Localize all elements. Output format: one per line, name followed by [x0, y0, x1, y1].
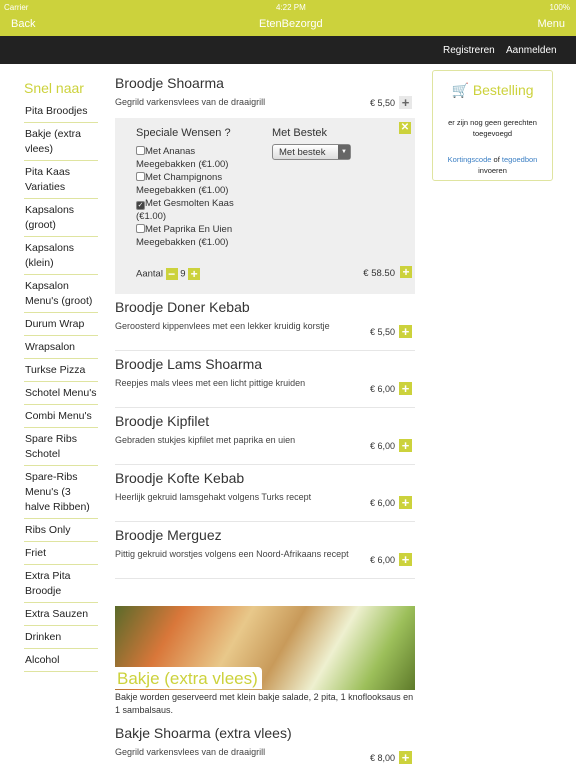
product-price: € 6,00 [369, 498, 395, 508]
close-icon[interactable]: ✕ [399, 122, 411, 134]
sidebar-item[interactable]: Pita Broodjes [24, 100, 98, 123]
product-item[interactable]: Broodje Kofte Kebab Heerlijk gekruid lams… [115, 465, 415, 522]
category-title: Bakje (extra vlees) [115, 667, 262, 689]
option-label: Met Ananas Meegebakken (€1.00) [136, 146, 229, 170]
sidebar-item[interactable]: Bakje (extra vlees) [24, 123, 98, 161]
sidebar: Snel naar Pita Broodjes Bakje (extra vlee… [24, 80, 98, 672]
option-label: Met Paprika En Uien Meegebakken (€1.00) [136, 224, 233, 248]
cutlery-value: Met bestek [279, 147, 326, 158]
option-checkbox[interactable]: ✓ Met Gesmolten Kaas (€1.00) [136, 197, 246, 223]
minus-button[interactable]: − [165, 268, 178, 280]
qty-value: 9 [180, 268, 186, 280]
coupon-link[interactable]: Kortingscode [448, 155, 492, 164]
add-button[interactable]: + [399, 325, 412, 338]
add-button[interactable]: + [399, 496, 412, 509]
sidebar-item[interactable]: Schotel Menu's [24, 382, 98, 405]
product-price: € 5,50 [369, 98, 395, 108]
checkbox-icon[interactable]: ✓ [136, 201, 145, 210]
sidebar-item[interactable]: Spare-Ribs Menu's (3 halve Ribben) [24, 466, 98, 519]
menu-button[interactable]: Menu [537, 18, 565, 30]
enter-text: invoeren [478, 166, 507, 175]
product-price: € 5,50 [369, 327, 395, 337]
add-to-cart-button[interactable]: + [400, 266, 412, 278]
wishes-title: Speciale Wensen ? [136, 127, 231, 139]
nav-bar: Back EtenBezorgd Menu [0, 14, 576, 36]
order-title: Bestelling [472, 82, 534, 98]
product-name: Broodje Merguez [115, 527, 222, 543]
total-price: € 58.50 [363, 268, 395, 279]
product-name: Broodje Kofte Kebab [115, 470, 245, 486]
add-button[interactable]: + [399, 439, 412, 452]
product-price: € 6,00 [369, 555, 395, 565]
sidebar-item[interactable]: Wrapsalon [24, 336, 98, 359]
product-item[interactable]: Broodje Kipfilet Gebraden stukjes kipfile… [115, 408, 415, 465]
voucher-link[interactable]: tegoedbon [502, 155, 537, 164]
register-link[interactable]: Registreren [443, 45, 495, 56]
sidebar-item[interactable]: Extra Sauzen [24, 603, 98, 626]
product-price: € 6,00 [369, 384, 395, 394]
product-name: Bakje Shoarma (extra vlees) [115, 725, 292, 741]
sidebar-item[interactable]: Combi Menu's [24, 405, 98, 428]
login-link[interactable]: Aanmelden [506, 45, 557, 56]
sidebar-item[interactable]: Friet [24, 542, 98, 565]
sidebar-title: Snel naar [24, 80, 84, 96]
sidebar-item[interactable]: Alcohol [24, 649, 98, 672]
order-empty: er zijn nog geen gerechten toegevoegd [448, 118, 537, 138]
sidebar-item[interactable]: Kapsalon Menu's (groot) [24, 275, 98, 313]
sidebar-item[interactable]: Drinken [24, 626, 98, 649]
option-label: Met Champignons Meegebakken (€1.00) [136, 172, 229, 196]
product-name: Broodje Doner Kebab [115, 299, 250, 315]
sidebar-item[interactable]: Durum Wrap [24, 313, 98, 336]
add-button[interactable]: + [399, 382, 412, 395]
app-title: EtenBezorgd [259, 18, 323, 30]
of-text: of [493, 155, 500, 164]
carrier: Carrier [4, 3, 29, 12]
checkbox-icon[interactable] [136, 172, 145, 181]
sidebar-item[interactable]: Pita Kaas Variaties [24, 161, 98, 199]
battery: 100% [549, 3, 570, 12]
sidebar-item[interactable]: Kapsalons (groot) [24, 199, 98, 237]
option-checkbox[interactable]: Met Champignons Meegebakken (€1.00) [136, 171, 246, 197]
add-button[interactable]: + [399, 553, 412, 566]
sidebar-item[interactable]: Turkse Pizza [24, 359, 98, 382]
order-panel: 🛒 Bestelling er zijn nog geen gerechten … [432, 70, 553, 181]
option-checkbox[interactable]: Met Ananas Meegebakken (€1.00) [136, 145, 246, 171]
quantity-stepper: Aantal − 9 + [136, 268, 201, 280]
product-price: € 6,00 [369, 441, 395, 451]
product-item[interactable]: Broodje Merguez Pittig gekruid worstjes v… [115, 522, 415, 579]
category-desc: Bakje worden geserveerd met klein bakje … [115, 692, 414, 715]
back-button[interactable]: Back [11, 18, 35, 30]
product-name: Broodje Kipfilet [115, 413, 210, 429]
plus-button[interactable]: + [188, 268, 201, 280]
checkbox-icon[interactable] [136, 146, 145, 155]
cutlery-title: Met Bestek [272, 127, 328, 139]
sidebar-item[interactable]: Kapsalons (klein) [24, 237, 98, 275]
product-expanded[interactable]: Broodje Shoarma Gegrild varkensvlees van… [115, 70, 415, 118]
option-checkbox[interactable]: Met Paprika En Uien Meegebakken (€1.00) [136, 223, 246, 249]
sidebar-item[interactable]: Ribs Only [24, 519, 98, 542]
account-bar: Registreren Aanmelden [0, 36, 576, 64]
cutlery-select[interactable]: Met bestek ▼ [272, 144, 351, 160]
sidebar-item[interactable]: Spare Ribs Schotel [24, 428, 98, 466]
product-price: € 8,00 [369, 753, 395, 763]
qty-label: Aantal [136, 268, 163, 280]
add-button[interactable]: + [399, 751, 412, 764]
checkbox-icon[interactable] [136, 224, 145, 233]
sidebar-item[interactable]: Extra Pita Broodje [24, 565, 98, 603]
option-label: Met Gesmolten Kaas (€1.00) [136, 198, 234, 222]
product-item[interactable]: Broodje Lams Shoarma Reepjes mals vlees m… [115, 351, 415, 408]
product-name: Broodje Lams Shoarma [115, 356, 263, 372]
status-bar: Carrier 4:22 PM 100% [0, 0, 576, 14]
product-name: Broodje Shoarma [115, 75, 224, 91]
plus-icon[interactable]: + [399, 96, 412, 109]
menu-list: Broodje Shoarma Gegrild varkensvlees van… [115, 70, 415, 579]
clock: 4:22 PM [276, 3, 306, 12]
product-item[interactable]: Bakje Shoarma (extra vlees) Gegrild vark… [115, 720, 415, 777]
product-item[interactable]: Broodje Doner Kebab Geroosterd kippenvlee… [115, 294, 415, 351]
options-panel: ✕ Speciale Wensen ? Met Bestek Met Anana… [115, 118, 415, 294]
cart-icon: 🛒 [451, 82, 469, 98]
chevron-down-icon: ▼ [338, 145, 350, 159]
